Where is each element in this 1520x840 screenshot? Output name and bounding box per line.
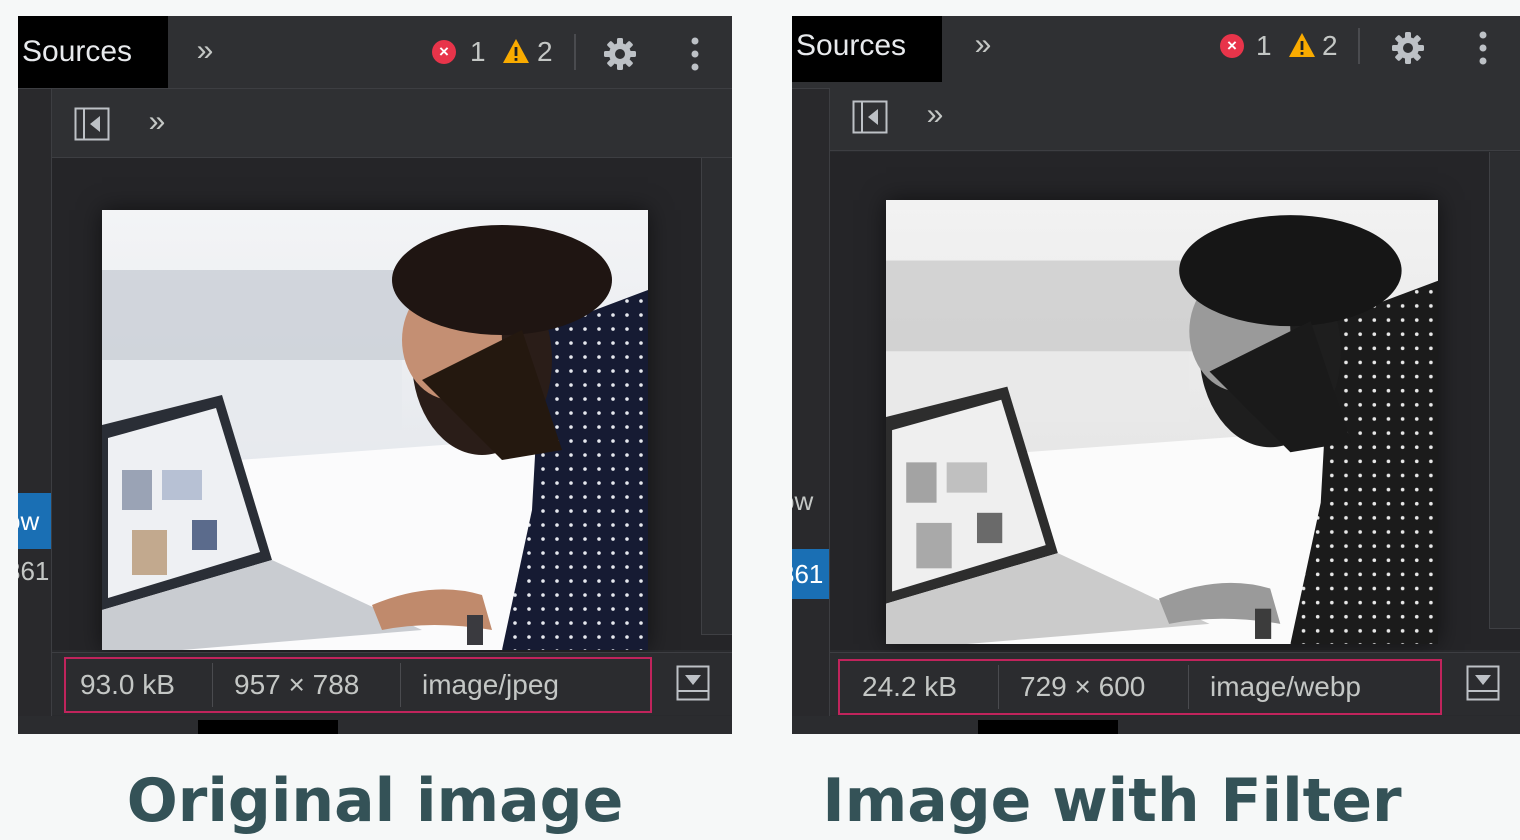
image-mime-type: image/jpeg — [422, 669, 559, 700]
sidebar-toggle-icon[interactable] — [852, 100, 888, 134]
gear-icon[interactable] — [1390, 30, 1426, 66]
field-divider — [212, 663, 213, 707]
image-file-size: 93.0 kB — [80, 669, 175, 700]
image-dimensions: 729 × 600 — [1020, 671, 1146, 702]
navigator-item-text: ow — [792, 486, 814, 516]
tab-bar: Sources » × 1 2 — [792, 16, 1520, 89]
navigator-item-text: 361 — [18, 556, 50, 586]
image-info-bar: 24.2 kB 729 × 600 image/webp — [830, 652, 1520, 715]
error-count[interactable]: 1 — [1256, 28, 1272, 64]
gear-icon[interactable] — [602, 36, 638, 72]
image-info-bar: 93.0 kB 957 × 788 image/jpeg — [52, 652, 732, 715]
error-icon[interactable]: × — [1220, 34, 1244, 58]
more-toolbar-button[interactable]: » — [142, 105, 172, 139]
preview-image — [886, 200, 1438, 644]
drawer-strip — [18, 716, 732, 734]
navigator-selected-item[interactable]: ow — [18, 493, 51, 549]
caption-original: Original image — [126, 766, 624, 836]
kebab-menu-icon[interactable] — [690, 36, 700, 72]
image-mime-type: image/webp — [1210, 671, 1361, 702]
tab-sources[interactable]: Sources — [18, 16, 168, 88]
vertical-scrollbar[interactable] — [701, 158, 732, 635]
image-preview-area — [52, 158, 732, 650]
tab-sources[interactable]: Sources — [792, 16, 942, 82]
preview-image — [102, 210, 648, 650]
navigator-strip: 361 ow — [792, 89, 830, 734]
toolbar-divider — [1358, 28, 1360, 64]
more-toolbar-button[interactable]: » — [920, 98, 950, 132]
vertical-scrollbar[interactable] — [1489, 152, 1520, 629]
kebab-menu-icon[interactable] — [1478, 30, 1488, 66]
sidebar-toggle-icon[interactable] — [74, 107, 110, 141]
editor-toolbar: » — [830, 82, 1520, 151]
more-tabs-button[interactable]: » — [190, 34, 220, 68]
download-icon[interactable] — [676, 665, 710, 701]
caption-filtered: Image with Filter — [822, 766, 1402, 836]
field-divider — [998, 665, 999, 709]
image-file-size: 24.2 kB — [862, 671, 957, 702]
navigator-strip: ow 361 — [18, 89, 52, 734]
field-divider — [1188, 665, 1189, 709]
devtools-panel-original: Sources » × 1 2 ow 361 — [18, 16, 732, 734]
image-preview-area — [830, 152, 1520, 650]
warning-icon[interactable] — [502, 38, 530, 64]
more-tabs-button[interactable]: » — [968, 28, 998, 62]
warning-icon[interactable] — [1288, 32, 1316, 58]
navigator-selected-item[interactable]: 361 — [792, 549, 829, 599]
drawer-tab[interactable] — [978, 720, 1118, 734]
image-dimensions: 957 × 788 — [234, 669, 360, 700]
drawer-tab[interactable] — [198, 720, 338, 734]
tab-bar: Sources » × 1 2 — [18, 16, 732, 89]
warning-count[interactable]: 2 — [1322, 28, 1338, 64]
error-count[interactable]: 1 — [470, 34, 486, 70]
warning-count[interactable]: 2 — [537, 34, 553, 70]
error-icon[interactable]: × — [432, 40, 456, 64]
download-icon[interactable] — [1466, 665, 1500, 701]
field-divider — [400, 663, 401, 707]
editor-toolbar: » — [52, 89, 732, 158]
image-metadata-highlight: 24.2 kB 729 × 600 image/webp — [838, 659, 1442, 715]
toolbar-divider — [574, 34, 576, 70]
devtools-panel-filtered: Sources » × 1 2 361 ow — [792, 16, 1520, 734]
image-metadata-highlight: 93.0 kB 957 × 788 image/jpeg — [64, 657, 652, 713]
drawer-strip — [792, 716, 1520, 734]
